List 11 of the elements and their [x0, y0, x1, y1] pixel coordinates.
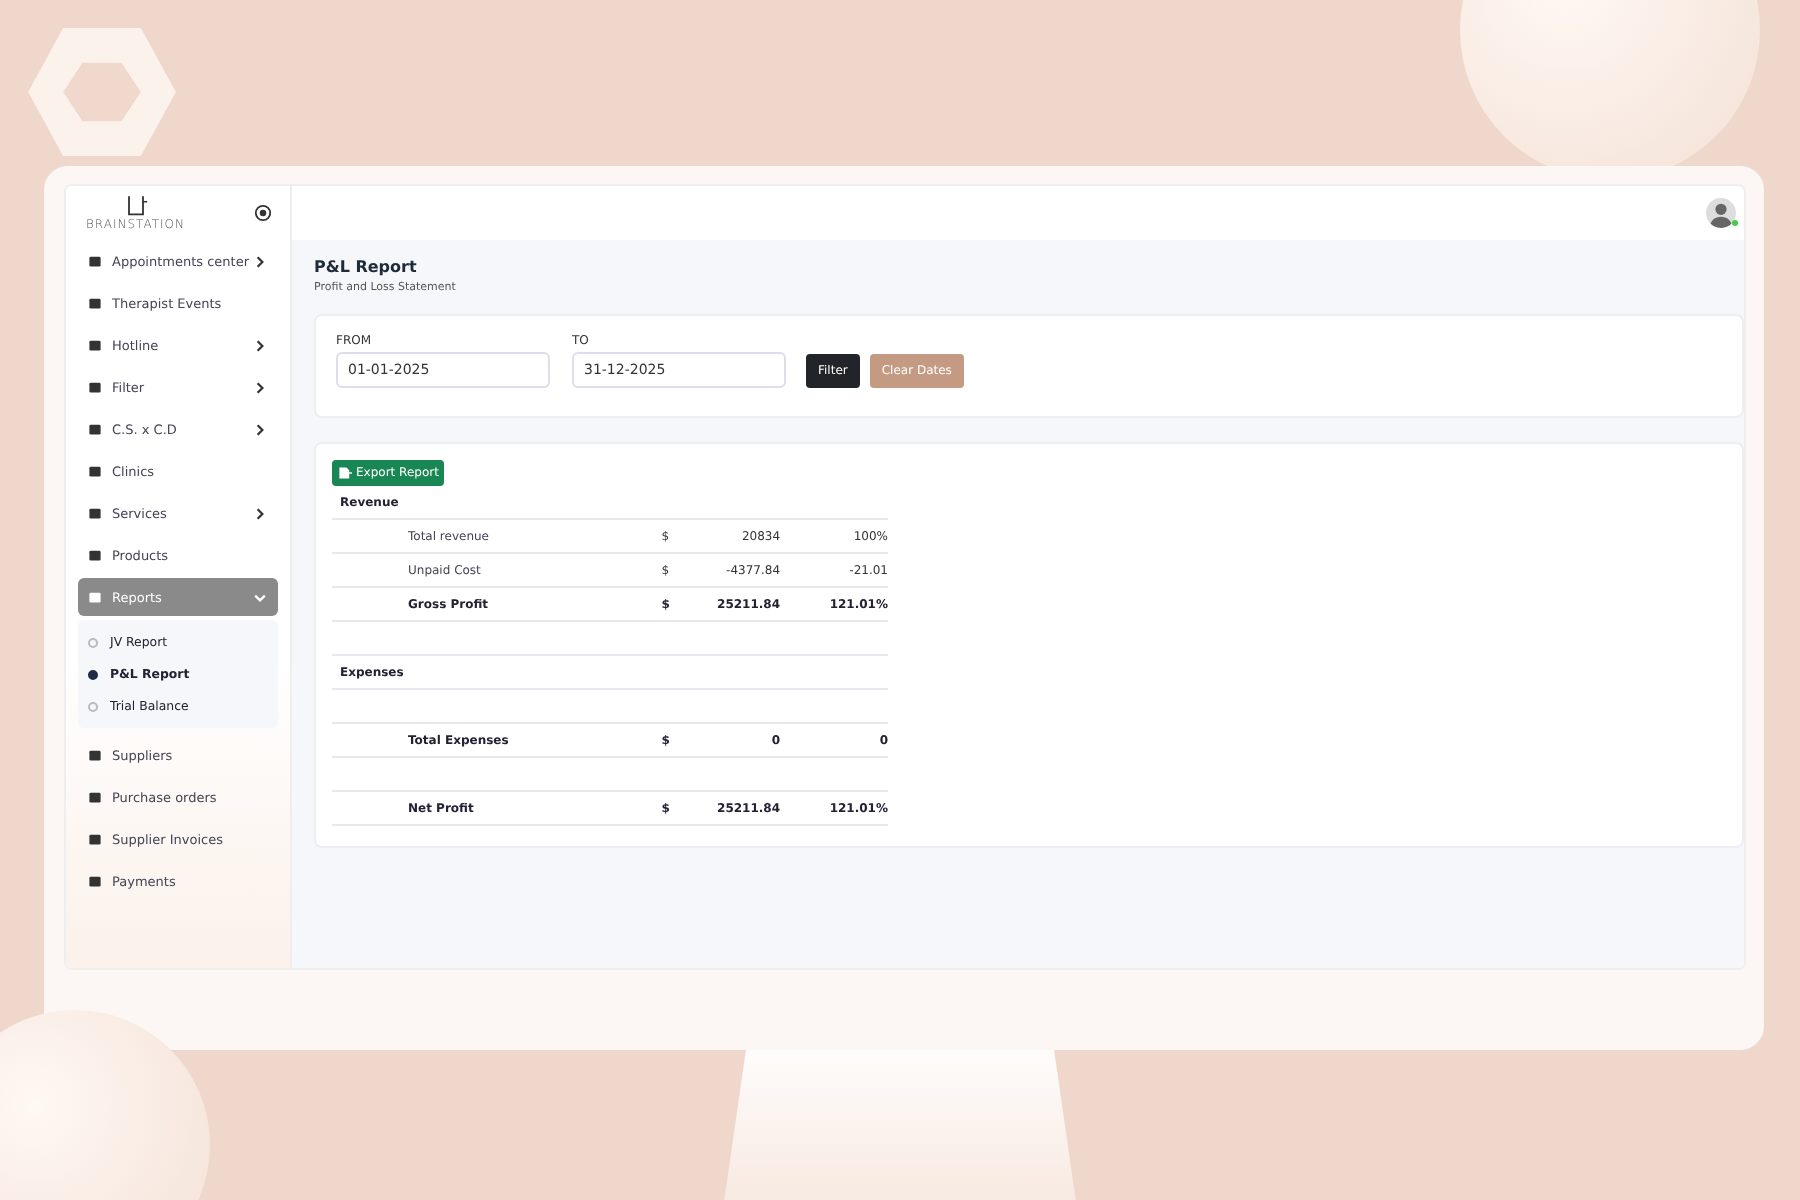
- avatar[interactable]: [1706, 198, 1736, 228]
- chevron-icon: [252, 589, 268, 605]
- chevron-icon: [252, 253, 268, 269]
- chevron-icon: [252, 337, 268, 353]
- chevron-icon: [252, 505, 268, 521]
- online-status-icon: [1732, 220, 1738, 226]
- file-export-icon: [338, 466, 352, 480]
- page-title: P&L Report: [314, 258, 419, 276]
- chevron-icon: [252, 379, 268, 395]
- circle-toggle-icon[interactable]: [254, 203, 272, 221]
- chevron-icon: [252, 421, 268, 437]
